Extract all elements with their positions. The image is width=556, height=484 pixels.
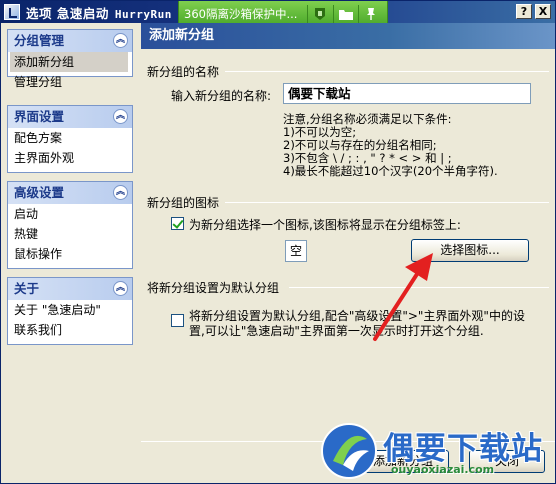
- sidebar-group-interface: 界面设置 ︽ 配色方案 主界面外观: [7, 105, 133, 173]
- help-button[interactable]: ?: [516, 4, 532, 19]
- collapse-icon[interactable]: ︽: [113, 109, 128, 124]
- sidebar-item-mouse[interactable]: 鼠标操作: [8, 244, 132, 264]
- window-title: 选项 急速启动 HurryRun: [26, 3, 172, 22]
- sidebar-item-color-scheme[interactable]: 配色方案: [8, 128, 132, 148]
- main-panel: 添加新分组 新分组的名称 输入新分组的名称: 偶要下载站 注意,分组名称必须满足…: [141, 23, 555, 483]
- sidebar-group-header[interactable]: 界面设置 ︽: [8, 106, 132, 128]
- collapse-icon[interactable]: ︽: [113, 281, 128, 296]
- watermark-logo-icon: [321, 423, 377, 479]
- toolbar-divider: [307, 5, 308, 23]
- watermark: 偶要下载站 ouyaoxiazai.com: [319, 419, 555, 483]
- close-button[interactable]: X: [535, 4, 551, 19]
- group-title: 高级设置: [14, 185, 65, 200]
- sandbox-status-text: 360隔离沙箱保护中...: [184, 6, 298, 21]
- section-divider: [225, 71, 549, 72]
- sidebar-group-about: 关于 ︽ 关于 "急速启动" 联系我们: [7, 277, 133, 345]
- sidebar-group-header[interactable]: 关于 ︽: [8, 278, 132, 300]
- page-title: 添加新分组: [141, 23, 555, 49]
- watermark-url: ouyaoxiazai.com: [391, 463, 495, 476]
- set-default-checkbox[interactable]: [171, 314, 184, 327]
- window-brand: HurryRun: [114, 7, 172, 21]
- section-title-name: 新分组的名称: [147, 65, 220, 79]
- options-window: 选项 急速启动 HurryRun ? X 360隔离沙箱保护中... 分组管理 ︽ …: [0, 0, 556, 484]
- sidebar-group-advanced: 高级设置 ︽ 启动 热键 鼠标操作: [7, 181, 133, 269]
- icon-preview: 空: [285, 240, 307, 262]
- section-divider: [225, 202, 549, 203]
- collapse-icon[interactable]: ︽: [113, 33, 128, 48]
- group-title: 关于: [14, 281, 40, 296]
- note-line: 4)最长不能超过10个汉字(20个半角字符).: [283, 164, 498, 178]
- shield-icon[interactable]: [312, 7, 328, 21]
- toolbar-divider: [358, 5, 359, 23]
- red-arrow-annotation: [373, 253, 433, 341]
- sidebar-item-startup[interactable]: 启动: [8, 204, 132, 224]
- sidebar: 分组管理 ︽ 添加新分组 管理分组 界面设置 ︽ 配色方案 主界面外观 高级设置 ︽ …: [7, 29, 133, 439]
- choose-icon-checkbox[interactable]: [171, 217, 184, 230]
- section-title-icon: 新分组的图标: [147, 196, 220, 210]
- sidebar-item-about[interactable]: 关于 "急速启动": [8, 300, 132, 320]
- folder-icon[interactable]: [338, 7, 354, 21]
- sidebar-group-group-management: 分组管理 ︽ 添加新分组 管理分组: [7, 29, 133, 89]
- app-icon: [4, 4, 20, 20]
- sidebar-item-add-group[interactable]: 添加新分组: [10, 52, 128, 72]
- sidebar-item-manage-groups[interactable]: 管理分组: [8, 72, 132, 92]
- sidebar-group-header[interactable]: 高级设置 ︽: [8, 182, 132, 204]
- watermark-title: 偶要下载站: [383, 431, 543, 467]
- pin-icon[interactable]: [363, 7, 379, 21]
- group-name-input[interactable]: 偶要下载站: [283, 83, 531, 104]
- group-name-label: 输入新分组的名称:: [171, 89, 272, 103]
- sidebar-item-main-appearance[interactable]: 主界面外观: [8, 148, 132, 168]
- group-title: 分组管理: [14, 33, 65, 48]
- group-title: 界面设置: [14, 109, 65, 124]
- window-title-text: 选项 急速启动: [26, 5, 109, 21]
- sidebar-group-header[interactable]: 分组管理 ︽: [8, 30, 132, 52]
- choose-icon-label: 为新分组选择一个图标,该图标将显示在分组标签上:: [189, 218, 461, 232]
- section-title-default: 将新分组设置为默认分组: [147, 281, 280, 295]
- sidebar-item-contact[interactable]: 联系我们: [8, 320, 132, 340]
- collapse-icon[interactable]: ︽: [113, 185, 128, 200]
- sidebar-item-hotkeys[interactable]: 热键: [8, 224, 132, 244]
- toolbar-divider: [333, 5, 334, 23]
